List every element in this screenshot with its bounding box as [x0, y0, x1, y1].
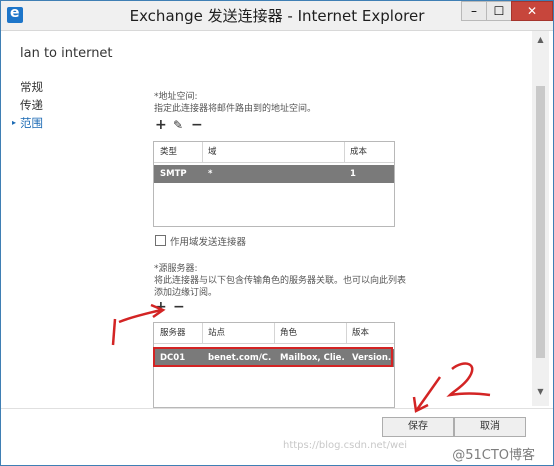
- scroll-up-icon[interactable]: ▲: [532, 35, 549, 44]
- column-version[interactable]: 版本: [352, 323, 392, 343]
- watermark-url: https://blog.csdn.net/wei: [283, 440, 408, 451]
- source-servers-toolbar: + −: [155, 299, 195, 317]
- vertical-scrollbar[interactable]: ▲ ▼: [532, 31, 549, 406]
- address-space-header: 类型 域 成本: [154, 142, 394, 163]
- remove-server-icon[interactable]: −: [173, 299, 185, 315]
- scoped-connector-label: 作用域发送连接器: [170, 237, 247, 248]
- cancel-button[interactable]: 取消: [454, 417, 526, 437]
- cell-cost: 1: [350, 169, 356, 179]
- column-cost[interactable]: 成本: [350, 142, 390, 162]
- add-address-icon[interactable]: +: [155, 117, 167, 133]
- add-server-icon[interactable]: +: [155, 299, 167, 315]
- column-site[interactable]: 站点: [208, 323, 274, 343]
- nav-item-delivery[interactable]: 传递: [20, 96, 43, 114]
- column-server[interactable]: 服务器: [160, 323, 200, 343]
- minimize-button[interactable]: –: [461, 1, 487, 21]
- source-servers-description-2: 添加边缘订阅。: [154, 288, 218, 298]
- browser-window: Exchange 发送连接器 - Internet Explorer – ☐ ✕…: [0, 0, 554, 466]
- nav-item-scope[interactable]: 范围: [12, 114, 43, 132]
- highlight-box: [153, 347, 393, 367]
- footer-divider: [1, 408, 553, 409]
- save-button[interactable]: 保存: [382, 417, 454, 437]
- address-space-toolbar: + ✎ −: [155, 117, 215, 135]
- table-row[interactable]: SMTP * 1: [154, 165, 394, 183]
- scoped-connector-checkbox[interactable]: [155, 235, 166, 246]
- nav-item-general[interactable]: 常规: [20, 78, 43, 96]
- close-button[interactable]: ✕: [511, 1, 553, 21]
- cell-domain: *: [208, 169, 213, 179]
- edit-address-icon[interactable]: ✎: [173, 118, 183, 132]
- address-space-description: 指定此连接器将邮件路由到的地址空间。: [154, 104, 317, 114]
- maximize-button[interactable]: ☐: [486, 1, 512, 21]
- source-servers-header: 服务器 站点 角色 版本: [154, 323, 394, 344]
- column-domain[interactable]: 域: [208, 142, 338, 162]
- scroll-thumb[interactable]: [536, 86, 545, 358]
- watermark: @51CTO博客: [452, 448, 535, 463]
- sidebar-nav: 常规 传递 范围: [12, 78, 43, 132]
- title-bar: Exchange 发送连接器 - Internet Explorer – ☐ ✕: [1, 1, 553, 31]
- column-type[interactable]: 类型: [160, 142, 200, 162]
- page-title: lan to internet: [20, 46, 113, 61]
- scroll-down-icon[interactable]: ▼: [532, 387, 549, 396]
- remove-address-icon[interactable]: −: [191, 117, 203, 133]
- column-role[interactable]: 角色: [280, 323, 346, 343]
- cell-type: SMTP: [160, 169, 187, 179]
- address-space-grid: 类型 域 成本 SMTP * 1: [153, 141, 395, 227]
